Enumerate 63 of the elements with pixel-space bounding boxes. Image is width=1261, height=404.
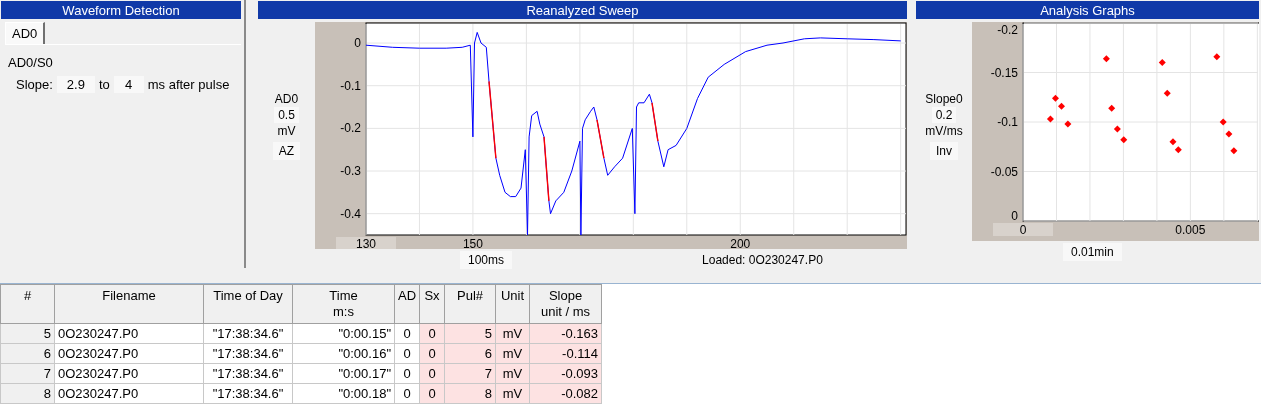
row-number: 6 [0,343,55,364]
x-tick-label: 130 [355,237,377,251]
input-field[interactable]: 2.9 [56,76,95,93]
scale-field[interactable]: 0.5 [274,107,299,123]
column-header[interactable]: Filename [54,284,204,324]
column-header[interactable]: # [0,284,55,324]
axis-label: -0.2 [340,121,361,136]
data-point [1163,89,1171,97]
unit-label: mV [277,124,296,138]
axis-min-field[interactable]: 130 [336,237,396,249]
column-header[interactable]: Slope unit / ms [529,284,602,324]
channel-label: AD0 [274,92,299,106]
axis-label: 0 [354,36,361,51]
measure-label: Slope0 [925,92,963,106]
data-point [1113,125,1121,133]
to-label: to [98,77,110,92]
unit-label: mV/ms [925,124,963,138]
suffix-label: ms after pulse [147,77,230,92]
panel-header: Analysis Graphs [916,1,1259,19]
data-point [1102,55,1110,63]
row-number: 8 [0,383,55,404]
panel-header: Waveform Detection [1,1,241,19]
column-header[interactable]: Unit [495,284,530,324]
data-point [1046,115,1054,123]
axis-label: -0.4 [340,206,361,221]
time-scale-field[interactable]: 0.01min [1063,243,1122,261]
scale-field[interactable]: 0.2 [931,107,957,123]
axis-min-field[interactable]: 0 [993,223,1053,237]
panel-header: Reanalyzed Sweep [258,1,907,19]
axis-label: -0.2 [997,23,1018,37]
status-text: Loaded: 0O230247.P0 [702,253,823,267]
column-header[interactable]: Pul# [444,284,496,324]
data-point [1225,130,1233,138]
tab[interactable]: AD0 [5,22,46,44]
axis-label: -0.3 [340,164,361,178]
axis-label: 150 [462,237,483,249]
data-point [1158,59,1166,67]
axis-label: -0.15 [990,65,1018,80]
data-point [1230,147,1238,155]
axis-label: 0 [1011,209,1018,223]
data-point [1120,136,1128,144]
column-header[interactable]: Sx [419,284,445,324]
column-header[interactable]: Time m:s [292,284,395,324]
data-point [1213,53,1221,61]
column-header[interactable]: AD [394,284,420,324]
axis-label: -0.1 [997,115,1018,129]
axis-label: 0.005 [1175,223,1206,237]
axis-label: -0.05 [990,164,1018,179]
autozero-button[interactable]: AZ [272,142,301,160]
x-tick-label: 0 [1019,223,1027,237]
channel-label: AD0/S0 [8,55,54,70]
invert-button[interactable]: Inv [930,142,958,160]
row-number: 7 [0,363,55,384]
row-number: 5 [0,323,55,344]
input-field[interactable]: 4 [113,76,144,93]
axis-label: -0.1 [340,78,361,93]
time-scale-field[interactable]: 100ms [460,251,513,269]
data-point [1219,118,1227,126]
axis-label: 200 [730,237,751,249]
slope-label: Slope: [16,77,53,92]
data-point [1108,104,1116,112]
column-header[interactable]: Time of Day [203,284,293,324]
data-point [1064,120,1072,128]
